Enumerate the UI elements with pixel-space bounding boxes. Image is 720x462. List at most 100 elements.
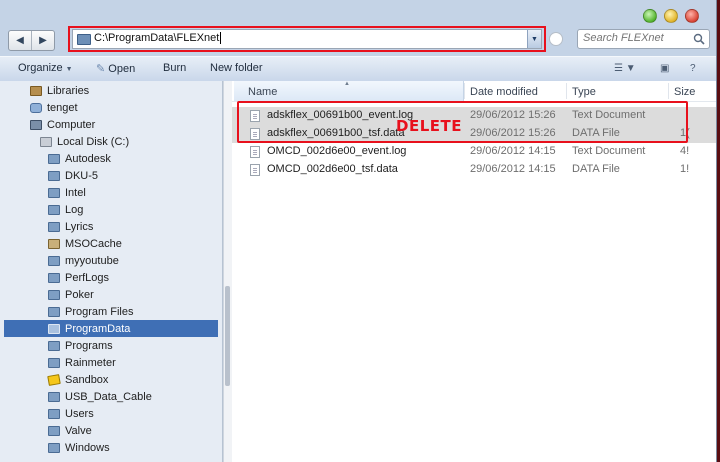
tree-item-label: Lyrics	[65, 220, 94, 233]
tree-item-label: Poker	[65, 288, 94, 301]
organize-button[interactable]: Organize ▼	[18, 62, 73, 74]
address-dropdown-button[interactable]: ▼	[527, 30, 541, 48]
file-size: 1!	[680, 163, 690, 175]
tree-item-label: Valve	[65, 424, 92, 437]
folder-icon	[48, 187, 60, 198]
new-folder-button[interactable]: New folder	[210, 62, 263, 74]
navigation-pane: Libraries tenget Computer Local Disk (C:) Au…	[0, 81, 223, 462]
tree-item[interactable]: Libraries	[30, 82, 89, 99]
navigation-bar: ◀ ▶ C:\ProgramData\FLEXnet ▼	[0, 26, 716, 54]
search-icon[interactable]	[693, 33, 705, 45]
file-name: OMCD_002d6e00_tsf.data	[267, 163, 398, 175]
folder-icon	[48, 204, 60, 215]
library-icon	[30, 85, 42, 96]
column-divider[interactable]	[566, 83, 567, 99]
file-type: Text Document	[572, 145, 646, 157]
tree-item-label: Programs	[65, 339, 113, 352]
address-bar[interactable]: C:\ProgramData\FLEXnet ▼	[72, 29, 542, 49]
folder-icon	[48, 357, 60, 368]
tree-item[interactable]: Computer	[30, 116, 95, 133]
burn-button[interactable]: Burn	[163, 62, 186, 74]
tree-item[interactable]: PerfLogs	[48, 269, 109, 286]
disk-icon	[40, 136, 52, 147]
tree-item-label: Intel	[65, 186, 86, 199]
tree-item[interactable]: DKU-5	[48, 167, 98, 184]
close-button[interactable]	[685, 9, 699, 23]
tree-item[interactable]: Windows	[48, 439, 110, 456]
navigation-scrollbar[interactable]	[223, 81, 232, 462]
folder-icon	[48, 425, 60, 436]
tree-item[interactable]: Poker	[48, 286, 94, 303]
column-divider[interactable]	[464, 83, 465, 99]
refresh-button[interactable]	[549, 32, 563, 46]
forward-arrow-icon: ▶	[39, 35, 47, 46]
folder-icon	[48, 170, 60, 181]
tree-item[interactable]: Local Disk (C:)	[40, 133, 129, 150]
delete-highlight-box	[237, 101, 688, 143]
tree-item-label: Users	[65, 407, 94, 420]
tree-item[interactable]: Autodesk	[48, 150, 111, 167]
minimize-button[interactable]	[643, 9, 657, 23]
column-header-bar: ▲ Name Date modified Type Size	[232, 81, 716, 102]
tree-item[interactable]: Users	[48, 405, 94, 422]
column-date-modified[interactable]: Date modified	[470, 86, 538, 98]
help-icon[interactable]: ?	[690, 63, 696, 74]
tree-item[interactable]: ProgramData	[4, 320, 218, 337]
address-path: C:\ProgramData\FLEXnet	[94, 32, 220, 44]
tree-item-label: Computer	[47, 118, 96, 131]
tree-item-label: ProgramData	[65, 322, 131, 335]
tree-item-label: Rainmeter	[65, 356, 116, 369]
scrollbar-thumb[interactable]	[225, 286, 230, 386]
user-folder-icon	[30, 102, 42, 113]
locked-folder-icon	[48, 238, 60, 249]
folder-icon	[48, 289, 60, 300]
tree-item-label: Sandbox	[65, 373, 109, 386]
tree-item[interactable]: Sandbox	[47, 371, 109, 388]
search-box	[577, 29, 710, 49]
sort-indicator-icon: ▲	[344, 81, 350, 87]
tree-item-label: myyoutube	[65, 254, 119, 267]
tree-item[interactable]: Log	[48, 201, 83, 218]
folder-icon	[48, 408, 60, 419]
tree-item-label: Autodesk	[65, 152, 111, 165]
file-row[interactable]: OMCD_002d6e00_tsf.data 29/06/2012 14:15 DA…	[232, 161, 716, 179]
folder-icon	[48, 255, 60, 266]
forward-button[interactable]: ▶	[31, 31, 54, 50]
column-name[interactable]: Name	[248, 86, 277, 98]
tree-item[interactable]: Valve	[48, 422, 92, 439]
view-options-icon[interactable]: ☰ ▼	[614, 63, 636, 74]
text-cursor	[220, 32, 222, 45]
file-name: OMCD_002d6e00_event.log	[267, 145, 407, 157]
search-input[interactable]	[583, 32, 683, 44]
tree-item[interactable]: Programs	[48, 337, 113, 354]
folder-icon	[48, 153, 60, 164]
tree-item-label: Libraries	[47, 84, 90, 97]
tree-item-label: Windows	[65, 441, 110, 454]
maximize-button[interactable]	[664, 9, 678, 23]
tree-item[interactable]: MSOCache	[48, 235, 122, 252]
file-row[interactable]: OMCD_002d6e00_event.log 29/06/2012 14:15 T…	[232, 143, 716, 161]
tree-item-label: MSOCache	[65, 237, 122, 250]
column-divider[interactable]	[668, 83, 669, 99]
tree-item[interactable]: Rainmeter	[48, 354, 116, 371]
folder-icon	[48, 442, 60, 453]
tree-item-label: Program Files	[65, 305, 134, 318]
preview-pane-icon[interactable]: ▣	[660, 63, 669, 74]
folder-icon	[48, 221, 60, 232]
tree-item[interactable]: Program Files	[48, 303, 133, 320]
back-button[interactable]: ◀	[9, 31, 31, 50]
back-arrow-icon: ◀	[16, 35, 24, 46]
column-size[interactable]: Size	[674, 86, 695, 98]
tree-item[interactable]: Intel	[48, 184, 86, 201]
tree-item-label: DKU-5	[65, 169, 99, 182]
tree-item-label: tenget	[47, 101, 78, 114]
command-bar: Organize ▼ ✎ Open Burn New folder ☰ ▼ ▣ ?	[0, 56, 716, 82]
column-type[interactable]: Type	[572, 86, 596, 98]
folder-icon	[48, 306, 60, 317]
tree-item[interactable]: tenget	[30, 99, 78, 116]
tree-item[interactable]: Lyrics	[48, 218, 93, 235]
tree-item-label: Local Disk (C:)	[57, 135, 130, 148]
tree-item[interactable]: myyoutube	[48, 252, 119, 269]
tree-item[interactable]: USB_Data_Cable	[48, 388, 152, 405]
open-button[interactable]: ✎ Open	[96, 62, 135, 75]
